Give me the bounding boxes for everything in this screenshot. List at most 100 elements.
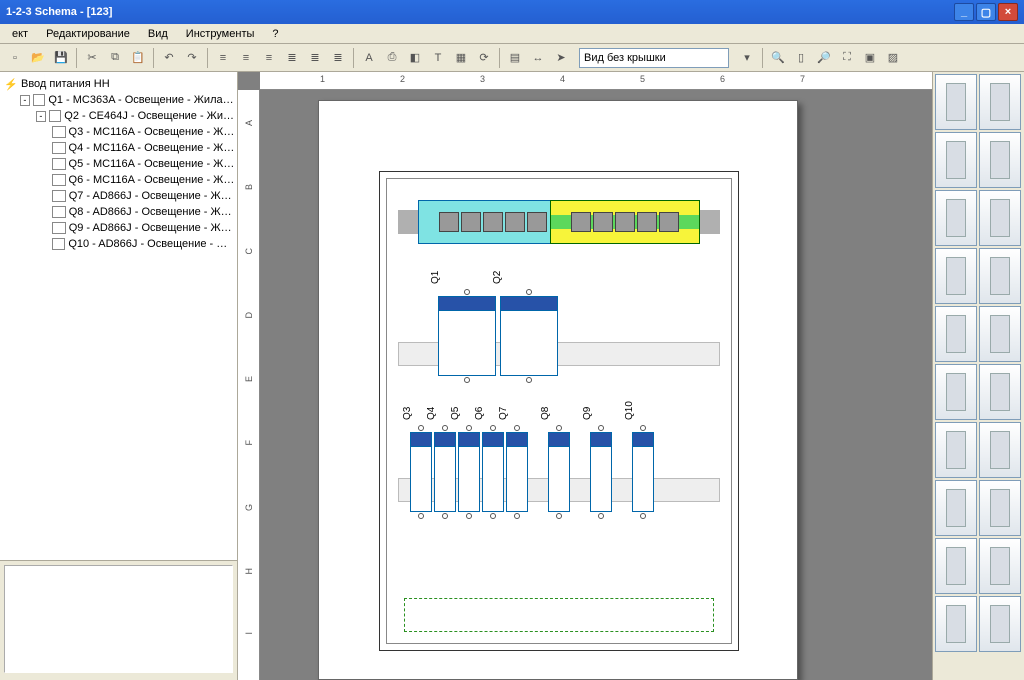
menu-вид[interactable]: Вид: [140, 26, 176, 42]
terminal-bus-row[interactable]: [398, 196, 720, 246]
paste-icon[interactable]: 📋: [127, 47, 149, 69]
component-thumb[interactable]: [979, 190, 1021, 246]
align-m-icon[interactable]: ≣: [304, 47, 326, 69]
arrow-icon[interactable]: ➤: [550, 47, 572, 69]
layer1-icon[interactable]: ▣: [859, 47, 881, 69]
copy-icon[interactable]: ⧉: [104, 47, 126, 69]
component-thumb[interactable]: [979, 248, 1021, 304]
node-icon: [52, 238, 65, 250]
menu-ект[interactable]: ект: [4, 26, 36, 42]
breaker-Q9[interactable]: Q9: [590, 432, 612, 512]
component-thumb[interactable]: [935, 364, 977, 420]
tree-item[interactable]: Q5 - MC116A - Освещение - Жила: [2, 156, 235, 172]
tree-item[interactable]: -Q2 - CE464J - Освещение - Жилая кок: [2, 108, 235, 124]
component-thumb[interactable]: [979, 306, 1021, 362]
view-mode-combo[interactable]: [579, 48, 729, 68]
save-icon[interactable]: 💾: [50, 47, 72, 69]
component-thumb[interactable]: [935, 74, 977, 130]
menu-инструменты[interactable]: Инструменты: [178, 26, 263, 42]
bold-icon[interactable]: T: [427, 47, 449, 69]
zoom-out-icon[interactable]: 🔎: [813, 47, 835, 69]
component-thumb[interactable]: [979, 364, 1021, 420]
breaker-Q3[interactable]: Q3: [410, 432, 432, 512]
component-thumb[interactable]: [935, 538, 977, 594]
breaker-label: Q4: [426, 407, 437, 420]
cube-icon[interactable]: ◧: [404, 47, 426, 69]
breaker-Q8[interactable]: Q8: [548, 432, 570, 512]
panel-enclosure[interactable]: Q1Q2 Q3Q4Q5Q6Q7Q8Q9Q10: [379, 171, 739, 651]
align-l-icon[interactable]: ≡: [212, 47, 234, 69]
component-thumb[interactable]: [979, 596, 1021, 652]
breaker-label: Q9: [582, 407, 593, 420]
redo-icon[interactable]: ↷: [181, 47, 203, 69]
dist-icon[interactable]: ↔: [527, 47, 549, 69]
fit-icon[interactable]: ⛶: [836, 47, 858, 69]
tree-item[interactable]: Q7 - AD866J - Освещение - Жила: [2, 188, 235, 204]
node-icon: [49, 110, 61, 122]
component-thumb[interactable]: [935, 306, 977, 362]
zoom-in-icon[interactable]: 🔍: [767, 47, 789, 69]
align-t-icon[interactable]: ≣: [281, 47, 303, 69]
align-c-icon[interactable]: ≡: [235, 47, 257, 69]
menu-?[interactable]: ?: [264, 26, 286, 42]
tree-expander[interactable]: -: [36, 111, 46, 122]
page-icon[interactable]: ▯: [790, 47, 812, 69]
breaker-Q2[interactable]: Q2: [500, 296, 558, 376]
component-thumb[interactable]: [935, 480, 977, 536]
tree-expander[interactable]: -: [20, 95, 30, 106]
tree-item[interactable]: Q8 - AD866J - Освещение - Жила: [2, 204, 235, 220]
print-icon[interactable]: ⎙: [381, 47, 403, 69]
maximize-button[interactable]: ▢: [976, 3, 996, 21]
node-icon: [52, 206, 66, 218]
label-strip[interactable]: [404, 598, 714, 632]
component-thumb[interactable]: [979, 74, 1021, 130]
align-r-icon[interactable]: ≡: [258, 47, 280, 69]
grid-icon[interactable]: ▤: [504, 47, 526, 69]
component-thumb[interactable]: [935, 422, 977, 478]
tree-root[interactable]: ⚡Ввод питания НН: [2, 76, 235, 92]
tree-item[interactable]: Q6 - MC116A - Освещение - Жила: [2, 172, 235, 188]
tree-item[interactable]: Q4 - MC116A - Освещение - Жила: [2, 140, 235, 156]
breaker-Q6[interactable]: Q6: [482, 432, 504, 512]
breaker-Q10[interactable]: Q10: [632, 432, 654, 512]
neutral-bus[interactable]: [418, 200, 568, 244]
project-tree[interactable]: ⚡Ввод питания НН-Q1 - MC363A - Освещение…: [0, 72, 237, 560]
tree-item[interactable]: Q3 - MC116A - Освещение - Жила: [2, 124, 235, 140]
close-button[interactable]: ×: [998, 3, 1018, 21]
component-thumb[interactable]: [935, 132, 977, 188]
breaker-label: Q2: [492, 271, 503, 284]
menu-редактирование[interactable]: Редактирование: [38, 26, 138, 42]
breaker-row-1: Q1Q2: [408, 296, 710, 386]
drawing-page[interactable]: Q1Q2 Q3Q4Q5Q6Q7Q8Q9Q10: [318, 100, 798, 680]
tree-item[interactable]: -Q1 - MC363A - Освещение - Жилая комна: [2, 92, 235, 108]
component-thumb[interactable]: [935, 596, 977, 652]
new-icon[interactable]: ▫: [4, 47, 26, 69]
breaker-Q7[interactable]: Q7: [506, 432, 528, 512]
rotate-icon[interactable]: ⟳: [473, 47, 495, 69]
component-thumb[interactable]: [979, 480, 1021, 536]
node-icon: [33, 94, 45, 106]
component-thumb[interactable]: [979, 132, 1021, 188]
breaker-Q5[interactable]: Q5: [458, 432, 480, 512]
breaker-Q4[interactable]: Q4: [434, 432, 456, 512]
earth-bus[interactable]: [550, 200, 700, 244]
align-b-icon[interactable]: ≣: [327, 47, 349, 69]
text-icon[interactable]: A: [358, 47, 380, 69]
breaker-label: Q7: [498, 407, 509, 420]
undo-icon[interactable]: ↶: [158, 47, 180, 69]
component-thumb[interactable]: [935, 190, 977, 246]
open-icon[interactable]: 📂: [27, 47, 49, 69]
cut-icon[interactable]: ✂: [81, 47, 103, 69]
layer2-icon[interactable]: ▨: [882, 47, 904, 69]
minimize-button[interactable]: _: [954, 3, 974, 21]
tree-item[interactable]: Q10 - AD866J - Освещение - Жила: [2, 236, 235, 252]
component-thumb[interactable]: [935, 248, 977, 304]
tree-item[interactable]: Q9 - AD866J - Освещение - Жила: [2, 220, 235, 236]
view-mode-dropdown[interactable]: ▾: [736, 47, 758, 69]
component-palette[interactable]: [932, 72, 1024, 680]
layout-icon[interactable]: ▦: [450, 47, 472, 69]
canvas-area[interactable]: 1234567 ABCDEFGHI Q1Q2 Q3Q4Q5Q6Q7Q8Q9Q10: [238, 72, 932, 680]
breaker-Q1[interactable]: Q1: [438, 296, 496, 376]
component-thumb[interactable]: [979, 422, 1021, 478]
component-thumb[interactable]: [979, 538, 1021, 594]
